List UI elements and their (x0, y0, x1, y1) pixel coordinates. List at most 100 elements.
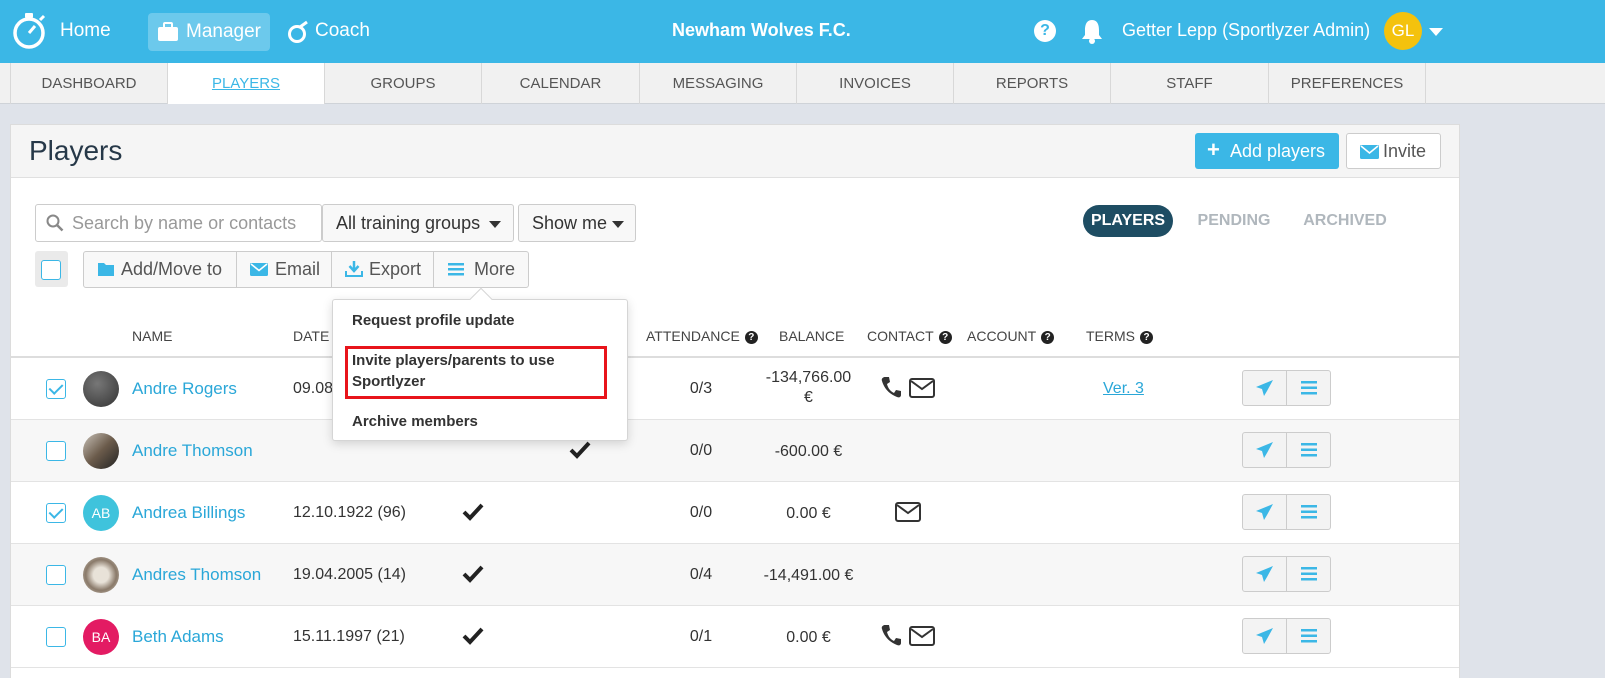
send-message-button[interactable] (1243, 557, 1287, 591)
row-checkbox[interactable] (46, 441, 66, 461)
nav-home[interactable]: Home (60, 20, 111, 42)
row-menu-button[interactable] (1287, 433, 1331, 467)
training-groups-dropdown[interactable]: All training groups (322, 204, 514, 242)
tab-preferences[interactable]: PREFERENCES (1269, 63, 1426, 104)
column-header-contact[interactable]: CONTACT? (867, 328, 952, 344)
row-menu-button[interactable] (1287, 495, 1331, 529)
attendance-value: 0/0 (689, 442, 713, 459)
row-checkbox[interactable] (46, 379, 66, 399)
add-move-label: Add/Move to (121, 259, 223, 279)
column-header-attendance[interactable]: ATTENDANCE? (646, 328, 758, 344)
row-menu-button[interactable] (1287, 371, 1331, 405)
attendance-value: 0/1 (689, 628, 713, 645)
club-name: Newham Wolves F.C. (672, 20, 851, 40)
bell-icon[interactable] (1080, 18, 1104, 44)
hamburger-menu-icon (1301, 567, 1317, 581)
phone-icon[interactable] (881, 376, 901, 398)
filter-pill-players[interactable]: PLAYERS (1083, 205, 1173, 237)
hamburger-menu-icon (448, 263, 464, 276)
stopwatch-logo-icon[interactable] (10, 12, 48, 50)
tab-players[interactable]: PLAYERS (168, 63, 325, 104)
menu-item-archive-members[interactable]: Archive members (352, 411, 478, 432)
search-input[interactable] (72, 211, 312, 235)
briefcase-icon (158, 22, 178, 41)
send-message-button[interactable] (1243, 619, 1287, 653)
row-menu-button[interactable] (1287, 619, 1331, 653)
balance-value: 0.00 € (786, 505, 831, 522)
hamburger-menu-icon (1301, 381, 1317, 395)
tab-calendar[interactable]: CALENDAR (482, 63, 640, 104)
more-button[interactable]: More (434, 252, 528, 287)
paper-plane-icon (1256, 380, 1273, 396)
table-row[interactable]: Andres Thomson 19.04.2005 (14) 0/4 -14,4… (11, 544, 1459, 606)
bulk-actions-toolbar: Add/Move to Email Export More (83, 251, 529, 288)
help-icon[interactable]: ? (1034, 20, 1056, 42)
menu-item-invite-players[interactable]: Invite players/parents to use Sportlyzer (352, 350, 582, 392)
phone-icon[interactable] (881, 624, 901, 646)
nav-manager[interactable]: Manager (148, 13, 270, 51)
export-button[interactable]: Export (332, 252, 434, 287)
add-players-button[interactable]: + Add players (1195, 133, 1339, 169)
menu-item-request-profile-update[interactable]: Request profile update (352, 310, 515, 331)
row-menu-button[interactable] (1287, 557, 1331, 591)
date-of-birth: 19.04.2005 (14) (293, 566, 406, 583)
tab-groups[interactable]: GROUPS (325, 63, 482, 104)
help-icon[interactable]: ? (1140, 331, 1153, 344)
send-message-button[interactable] (1243, 495, 1287, 529)
envelope-icon[interactable] (895, 502, 921, 522)
table-row[interactable]: Andre Rogers 09.08 0/3 -134,766.00 € Ver… (11, 358, 1459, 420)
envelope-icon[interactable] (909, 378, 935, 398)
help-icon[interactable]: ? (744, 331, 758, 344)
table-row[interactable]: Andre Thomson 0/0 -600.00 € (11, 420, 1459, 482)
player-name-link[interactable]: Andre Rogers (132, 379, 237, 399)
row-checkbox[interactable] (46, 565, 66, 585)
avatar: BA (83, 619, 119, 655)
terms-version-link[interactable]: Ver. 3 (1103, 380, 1144, 398)
user-avatar[interactable]: GL (1384, 12, 1422, 50)
help-icon[interactable]: ? (1041, 331, 1055, 344)
select-all-wrapper (35, 251, 68, 287)
player-name-link[interactable]: Andre Thomson (132, 441, 253, 461)
column-header-balance[interactable]: BALANCE (779, 328, 844, 344)
tab-invoices[interactable]: INVOICES (797, 63, 954, 104)
filter-pill-pending[interactable]: PENDING (1189, 205, 1279, 237)
row-actions (1242, 494, 1331, 530)
tab-messaging[interactable]: MESSAGING (640, 63, 797, 104)
email-button[interactable]: Email (237, 252, 332, 287)
send-message-button[interactable] (1243, 433, 1287, 467)
row-checkbox[interactable] (46, 627, 66, 647)
invite-button[interactable]: Invite (1346, 133, 1441, 169)
training-groups-label: All training groups (336, 213, 481, 233)
help-icon[interactable]: ? (938, 331, 952, 344)
envelope-icon (1360, 145, 1379, 159)
user-name[interactable]: Getter Lepp (Sportlyzer Admin) (1122, 20, 1370, 41)
avatar (83, 371, 119, 407)
player-name-link[interactable]: Andrea Billings (132, 503, 245, 523)
send-message-button[interactable] (1243, 371, 1287, 405)
envelope-icon (250, 263, 268, 276)
column-header-date[interactable]: DATE (293, 328, 329, 344)
user-menu-chevron-down-icon[interactable] (1429, 28, 1443, 36)
more-actions-menu: Request profile update Invite players/pa… (332, 287, 628, 441)
tab-reports[interactable]: REPORTS (954, 63, 1111, 104)
player-name-link[interactable]: Beth Adams (132, 627, 224, 647)
column-header-terms[interactable]: TERMS? (1086, 328, 1153, 344)
show-me-dropdown[interactable]: Show me (518, 204, 636, 242)
column-header-account[interactable]: ACCOUNT? (967, 328, 1055, 344)
envelope-icon[interactable] (909, 626, 935, 646)
add-move-button[interactable]: Add/Move to (84, 252, 237, 287)
filter-pill-archived[interactable]: ARCHIVED (1296, 205, 1394, 237)
table-row[interactable]: AB Andrea Billings 12.10.1922 (96) 0/0 0… (11, 482, 1459, 544)
select-all-checkbox[interactable] (41, 260, 61, 280)
tab-staff[interactable]: STAFF (1111, 63, 1269, 104)
nav-coach[interactable]: Coach (287, 18, 377, 46)
row-checkbox[interactable] (46, 503, 66, 523)
balance-amount: -134,766.00 (765, 369, 852, 386)
tab-dashboard[interactable]: DASHBOARD (10, 63, 168, 104)
search-field[interactable] (35, 204, 322, 242)
table-row[interactable]: BA Beth Adams 15.11.1997 (21) 0/1 0.00 € (11, 606, 1459, 668)
more-label: More (474, 259, 516, 279)
player-name-link[interactable]: Andres Thomson (132, 565, 261, 585)
column-header-name[interactable]: NAME (132, 328, 172, 344)
whistle-icon (288, 20, 308, 43)
